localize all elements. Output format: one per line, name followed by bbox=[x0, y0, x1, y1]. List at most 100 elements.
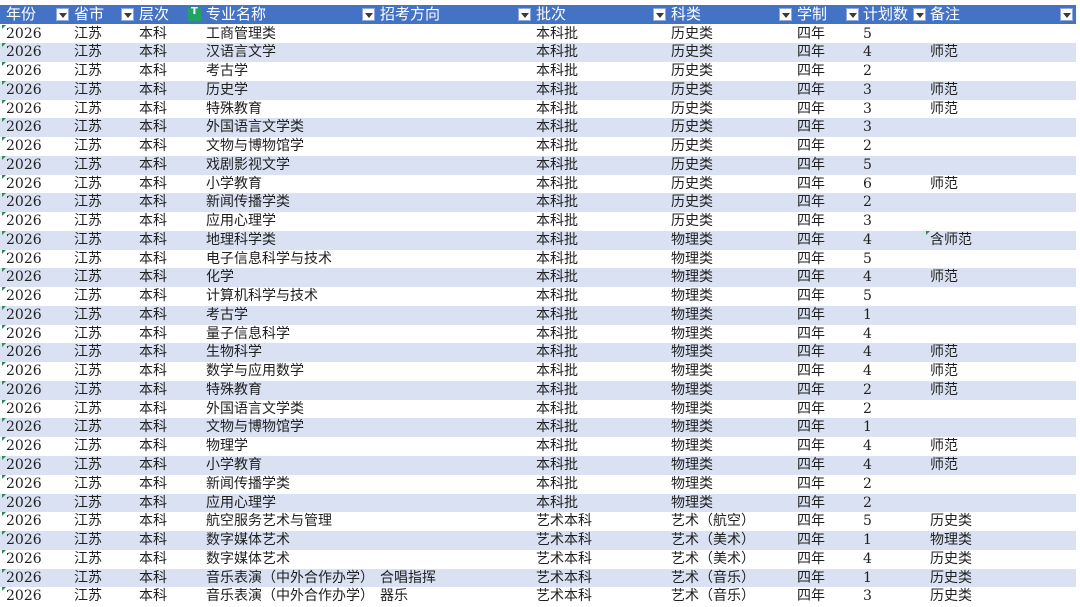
cell-province[interactable]: 江苏 bbox=[74, 118, 102, 137]
cell-remark[interactable]: 历史类 bbox=[930, 569, 972, 588]
cell-province[interactable]: 江苏 bbox=[74, 43, 102, 62]
cell-batch[interactable]: 本科批 bbox=[536, 231, 578, 250]
cell-category[interactable]: 艺术（音乐） bbox=[671, 587, 755, 606]
table-row[interactable]: 2026 江苏 本科 新闻传播学类 本科批 历史类 四年 2 bbox=[0, 193, 1076, 213]
cell-remark[interactable]: 师范 bbox=[930, 175, 958, 194]
table-row[interactable]: 2026 江苏 本科 考古学 本科批 物理类 四年 1 bbox=[0, 305, 1076, 325]
cell-level[interactable]: 本科 bbox=[139, 175, 167, 194]
cell-batch[interactable]: 本科批 bbox=[536, 193, 578, 212]
cell-duration[interactable]: 四年 bbox=[797, 287, 825, 306]
table-row[interactable]: 2026 江苏 本科 数字媒体艺术 艺术本科 艺术（美术） 四年 4 历史类 bbox=[0, 549, 1076, 569]
cell-province[interactable]: 江苏 bbox=[74, 456, 102, 475]
cell-duration[interactable]: 四年 bbox=[797, 494, 825, 513]
cell-year[interactable]: 2026 bbox=[6, 231, 42, 250]
cell-batch[interactable]: 本科批 bbox=[536, 268, 578, 287]
cell-category[interactable]: 物理类 bbox=[671, 400, 713, 419]
cell-province[interactable]: 江苏 bbox=[74, 531, 102, 550]
cell-duration[interactable]: 四年 bbox=[797, 475, 825, 494]
cell-province[interactable]: 江苏 bbox=[74, 381, 102, 400]
cell-major[interactable]: 音乐表演（中外合作办学） bbox=[206, 587, 374, 606]
cell-province[interactable]: 江苏 bbox=[74, 306, 102, 325]
cell-year[interactable]: 2026 bbox=[6, 531, 42, 550]
cell-plan[interactable]: 3 bbox=[863, 212, 872, 231]
cell-batch[interactable]: 本科批 bbox=[536, 437, 578, 456]
cell-major[interactable]: 考古学 bbox=[206, 306, 248, 325]
cell-batch[interactable]: 本科批 bbox=[536, 362, 578, 381]
cell-category[interactable]: 物理类 bbox=[671, 362, 713, 381]
cell-province[interactable]: 江苏 bbox=[74, 231, 102, 250]
table-row[interactable]: 2026 江苏 本科 物理学 本科批 物理类 四年 4 师范 bbox=[0, 437, 1076, 456]
cell-duration[interactable]: 四年 bbox=[797, 268, 825, 287]
cell-year[interactable]: 2026 bbox=[6, 100, 42, 119]
cell-plan[interactable]: 4 bbox=[863, 456, 872, 475]
cell-category[interactable]: 历史类 bbox=[671, 212, 713, 231]
cell-level[interactable]: 本科 bbox=[139, 100, 167, 119]
cell-level[interactable]: 本科 bbox=[139, 287, 167, 306]
table-row[interactable]: 2026 江苏 本科 戏剧影视文学 本科批 历史类 四年 5 bbox=[0, 155, 1076, 175]
cell-batch[interactable]: 本科批 bbox=[536, 212, 578, 231]
cell-level[interactable]: 本科 bbox=[139, 400, 167, 419]
cell-plan[interactable]: 4 bbox=[863, 268, 872, 287]
cell-remark[interactable]: 历史类 bbox=[930, 512, 972, 531]
cell-year[interactable]: 2026 bbox=[6, 343, 42, 362]
cell-category[interactable]: 历史类 bbox=[671, 81, 713, 100]
cell-duration[interactable]: 四年 bbox=[797, 512, 825, 531]
cell-category[interactable]: 物理类 bbox=[671, 381, 713, 400]
cell-remark[interactable]: 物理类 bbox=[930, 531, 972, 550]
cell-province[interactable]: 江苏 bbox=[74, 550, 102, 569]
filter-dropdown-icon-direction[interactable] bbox=[518, 8, 531, 21]
cell-province[interactable]: 江苏 bbox=[74, 437, 102, 456]
cell-category[interactable]: 历史类 bbox=[671, 156, 713, 175]
cell-remark[interactable]: 历史类 bbox=[930, 550, 972, 569]
cell-plan[interactable]: 2 bbox=[863, 62, 872, 81]
cell-duration[interactable]: 四年 bbox=[797, 587, 825, 606]
cell-level[interactable]: 本科 bbox=[139, 268, 167, 287]
table-row[interactable]: 2026 江苏 本科 特殊教育 本科批 历史类 四年 3 师范 bbox=[0, 99, 1076, 119]
cell-year[interactable]: 2026 bbox=[6, 587, 42, 606]
table-row[interactable]: 2026 江苏 本科 计算机科学与技术 本科批 物理类 四年 5 bbox=[0, 287, 1076, 306]
cell-category[interactable]: 物理类 bbox=[671, 287, 713, 306]
cell-year[interactable]: 2026 bbox=[6, 306, 42, 325]
cell-duration[interactable]: 四年 bbox=[797, 550, 825, 569]
cell-level[interactable]: 本科 bbox=[139, 381, 167, 400]
cell-category[interactable]: 艺术（美术） bbox=[671, 550, 755, 569]
cell-duration[interactable]: 四年 bbox=[797, 100, 825, 119]
cell-batch[interactable]: 本科批 bbox=[536, 137, 578, 156]
cell-major[interactable]: 文物与博物馆学 bbox=[206, 418, 304, 437]
cell-year[interactable]: 2026 bbox=[6, 287, 42, 306]
cell-level[interactable]: 本科 bbox=[139, 531, 167, 550]
cell-major[interactable]: 戏剧影视文学 bbox=[206, 156, 290, 175]
cell-plan[interactable]: 4 bbox=[863, 362, 872, 381]
cell-major[interactable]: 文物与博物馆学 bbox=[206, 137, 304, 156]
cell-direction[interactable]: 器乐 bbox=[380, 587, 408, 606]
cell-remark[interactable]: 含师范 bbox=[930, 231, 972, 250]
cell-remark[interactable]: 师范 bbox=[930, 43, 958, 62]
cell-year[interactable]: 2026 bbox=[6, 418, 42, 437]
cell-batch[interactable]: 本科批 bbox=[536, 118, 578, 137]
table-row[interactable]: 2026 江苏 本科 航空服务艺术与管理 艺术本科 艺术（航空） 四年 5 历史类 bbox=[0, 512, 1076, 531]
cell-duration[interactable]: 四年 bbox=[797, 212, 825, 231]
cell-remark[interactable]: 历史类 bbox=[930, 587, 972, 606]
cell-remark[interactable]: 师范 bbox=[930, 362, 958, 381]
cell-major[interactable]: 电子信息科学与技术 bbox=[206, 250, 332, 269]
cell-duration[interactable]: 四年 bbox=[797, 231, 825, 250]
cell-duration[interactable]: 四年 bbox=[797, 456, 825, 475]
cell-province[interactable]: 江苏 bbox=[74, 100, 102, 119]
cell-major[interactable]: 新闻传播学类 bbox=[206, 193, 290, 212]
cell-province[interactable]: 江苏 bbox=[74, 62, 102, 81]
cell-province[interactable]: 江苏 bbox=[74, 400, 102, 419]
cell-level[interactable]: 本科 bbox=[139, 512, 167, 531]
cell-category[interactable]: 物理类 bbox=[671, 475, 713, 494]
cell-province[interactable]: 江苏 bbox=[74, 343, 102, 362]
cell-plan[interactable]: 2 bbox=[863, 137, 872, 156]
table-row[interactable]: 2026 江苏 本科 地理科学类 本科批 物理类 四年 4 含师范 bbox=[0, 230, 1076, 250]
cell-duration[interactable]: 四年 bbox=[797, 343, 825, 362]
cell-plan[interactable]: 6 bbox=[863, 175, 872, 194]
cell-province[interactable]: 江苏 bbox=[74, 137, 102, 156]
cell-year[interactable]: 2026 bbox=[6, 81, 42, 100]
cell-duration[interactable]: 四年 bbox=[797, 362, 825, 381]
cell-year[interactable]: 2026 bbox=[6, 156, 42, 175]
cell-major[interactable]: 物理学 bbox=[206, 437, 248, 456]
cell-level[interactable]: 本科 bbox=[139, 362, 167, 381]
cell-major[interactable]: 生物科学 bbox=[206, 343, 262, 362]
